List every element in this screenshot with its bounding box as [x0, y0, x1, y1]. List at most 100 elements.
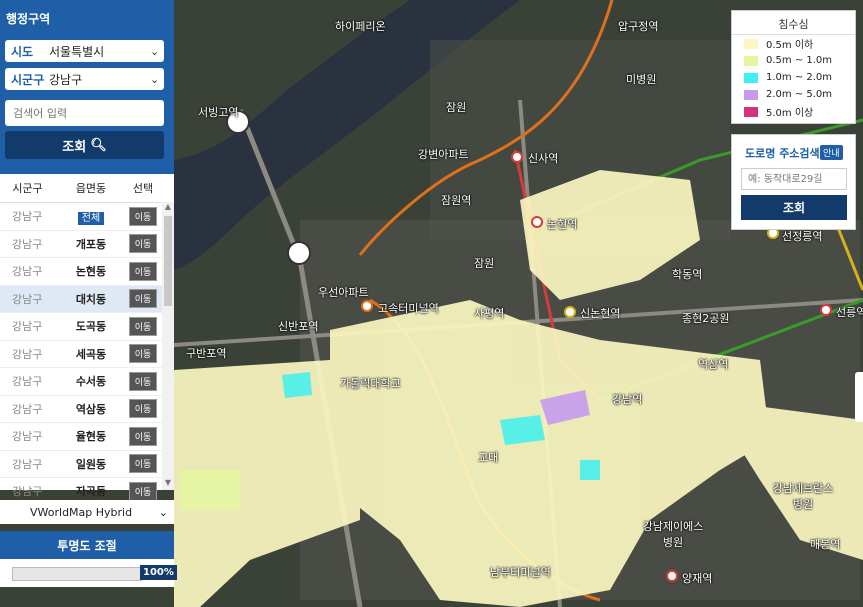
- road-search-button[interactable]: 조회: [741, 195, 847, 220]
- row-dong: 일원동: [75, 457, 107, 471]
- move-button[interactable]: 이동: [128, 344, 158, 364]
- row-sigungu: 강남구: [12, 237, 43, 251]
- legend-label: 0.5m 이하: [766, 40, 814, 51]
- legend-label: 5.0m 이상: [766, 108, 814, 119]
- search-button[interactable]: 조회 🔍︎: [5, 131, 164, 159]
- table-row[interactable]: 강남구 율현동 이동: [0, 423, 174, 451]
- sido-value: 서울특별시: [49, 44, 105, 59]
- chevron-down-icon: ⌄: [150, 44, 160, 58]
- legend-swatch: [744, 55, 758, 66]
- map-label: 매봉역: [810, 538, 841, 551]
- road-address-input[interactable]: [741, 168, 847, 190]
- map-label: 구반포역: [186, 347, 227, 360]
- all-tag: 전체: [77, 211, 105, 225]
- row-sigungu: 강남구: [12, 320, 43, 334]
- legend-item: 2.0m ~ 5.0m: [732, 86, 855, 103]
- dong-list: 시군구 읍면동 선택 강남구 전체 이동 강남구 개포동 이동 강남구 논현동 이동 강남구 대치동…: [0, 174, 174, 506]
- table-row[interactable]: 강남구 개포동 이동: [0, 231, 174, 258]
- legend-swatch: [744, 72, 758, 83]
- sido-label: 시도: [11, 44, 34, 59]
- row-action-cell: 이동: [127, 481, 159, 501]
- row-sigungu: 강남구: [12, 457, 43, 471]
- row-sigungu: 강남구: [12, 210, 43, 224]
- row-sigungu: 강남구: [12, 375, 43, 389]
- scroll-up-icon[interactable]: ▲: [162, 202, 174, 214]
- table-row[interactable]: 강남구 세곡동 이동: [0, 341, 174, 368]
- table-row[interactable]: 강남구 대치동 이동: [0, 285, 174, 313]
- row-sigungu: 강남구: [12, 485, 43, 499]
- table-row[interactable]: 강남구 역삼동 이동: [0, 396, 174, 423]
- move-button[interactable]: 이동: [128, 371, 158, 391]
- map-label: 강남제이에스병원: [642, 520, 704, 549]
- row-dong: 전체: [55, 209, 127, 225]
- scroll-thumb[interactable]: [164, 216, 172, 306]
- sigungu-select[interactable]: 시군구 강남구 ⌄: [5, 68, 164, 90]
- row-dong: 자곡동: [75, 485, 107, 499]
- map-label: 종현2공원: [682, 312, 730, 325]
- legend-item: 1.0m ~ 2.0m: [732, 69, 855, 86]
- basemap-select[interactable]: VWorldMap Hybrid ⌄: [0, 500, 174, 524]
- map-label: 강변아파트: [418, 148, 469, 161]
- legend-label: 2.0m ~ 5.0m: [766, 89, 833, 100]
- map-label: 우선아파트: [318, 286, 369, 299]
- row-action-cell: 이동: [127, 261, 159, 281]
- map-label: 강남역: [612, 393, 643, 406]
- row-action-cell: 이동: [127, 316, 159, 336]
- search-input[interactable]: [5, 100, 164, 126]
- move-button[interactable]: 이동: [128, 261, 158, 281]
- row-dong: 대치동: [75, 292, 107, 306]
- legend-item: 0.5m ~ 1.0m: [732, 52, 855, 69]
- header-select: 선택: [132, 182, 154, 195]
- map-label: 고속터미널역: [378, 302, 439, 315]
- row-action-cell: 이동: [127, 371, 159, 391]
- map-label: 압구정역: [618, 20, 659, 33]
- map-label: 양재역: [682, 572, 713, 585]
- scroll-down-icon[interactable]: ▼: [162, 478, 174, 490]
- map-label: 잠원: [474, 257, 495, 270]
- table-row[interactable]: 강남구 일원동 이동: [0, 451, 174, 478]
- row-sigungu: 강남구: [12, 402, 43, 416]
- table-row[interactable]: 강남구 논현동 이동: [0, 258, 174, 286]
- left-panel: 행정구역 시도 서울특별시 ⌄ 시군구 강남구 ⌄ 조회 🔍︎ 시군구 읍면동 …: [0, 0, 177, 607]
- legend-swatch: [744, 106, 758, 117]
- move-button[interactable]: 이동: [128, 206, 158, 226]
- row-action-cell: 이동: [127, 234, 159, 254]
- opacity-value[interactable]: 100%: [140, 565, 177, 580]
- row-dong: 도곡동: [75, 320, 107, 334]
- row-action-cell: 이동: [127, 426, 159, 446]
- row-dong: 논현동: [75, 265, 107, 279]
- header-sigungu: 시군구: [12, 182, 43, 195]
- opacity-slider[interactable]: [12, 567, 142, 581]
- table-row[interactable]: 강남구 도곡동 이동: [0, 313, 174, 341]
- row-action-cell: 이동: [127, 344, 159, 364]
- legend-items: 0.5m 이하 0.5m ~ 1.0m 1.0m ~ 2.0m 2.0m ~ 5.0m…: [732, 35, 855, 120]
- scrollbar[interactable]: ▲ ▼: [162, 202, 174, 490]
- search-icon: 🔍︎: [90, 137, 107, 153]
- move-button[interactable]: 이동: [128, 426, 158, 446]
- sido-select[interactable]: 시도 서울특별시 ⌄: [5, 40, 164, 62]
- guide-button[interactable]: 안내: [820, 145, 843, 160]
- map-label: 역삼역: [698, 358, 729, 371]
- map-label: 논현역: [547, 218, 578, 231]
- row-action-cell: 이동: [127, 454, 159, 474]
- row-action-cell: 이동: [127, 399, 159, 419]
- map-label: 신사역: [528, 152, 559, 165]
- move-button[interactable]: 이동: [128, 234, 158, 254]
- flood-zone-05-10: [180, 470, 240, 510]
- side-panel-toggle[interactable]: [855, 372, 863, 422]
- table-row[interactable]: 강남구 전체 이동: [0, 203, 174, 231]
- map-label: 신논현역: [580, 307, 621, 320]
- list-header: 시군구 읍면동 선택: [0, 174, 174, 203]
- chevron-down-icon: ⌄: [150, 72, 160, 86]
- map-label: 신반포역: [278, 320, 319, 333]
- row-dong: 세곡동: [75, 347, 107, 361]
- move-button[interactable]: 이동: [128, 399, 158, 419]
- move-button[interactable]: 이동: [128, 289, 158, 309]
- move-button[interactable]: 이동: [128, 316, 158, 336]
- move-button[interactable]: 이동: [128, 481, 158, 501]
- row-action-cell: 이동: [127, 206, 159, 226]
- map-label: 선릉역: [836, 306, 863, 319]
- table-row[interactable]: 강남구 수서동 이동: [0, 368, 174, 396]
- move-button[interactable]: 이동: [128, 454, 158, 474]
- legend-swatch: [744, 38, 758, 49]
